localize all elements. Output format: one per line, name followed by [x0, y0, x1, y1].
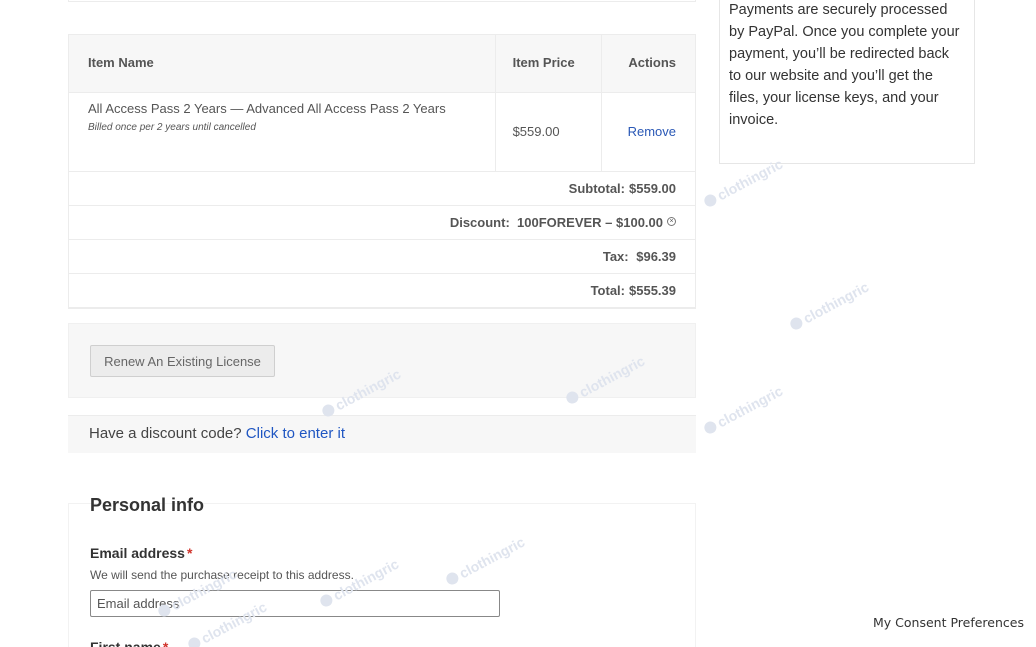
payment-info-box: Payments are securely processed by PayPa… [719, 0, 975, 164]
personal-info-title: Personal info [90, 495, 205, 515]
subtotal-value: $559.00 [629, 181, 676, 196]
first-name-label: First name * [90, 639, 168, 647]
item-title: All Access Pass 2 Years — Advanced All A… [88, 101, 446, 116]
tax-label: Tax: [602, 249, 629, 264]
header-actions: Actions [628, 55, 676, 70]
discount-label: Discount: [449, 215, 510, 230]
table-row: All Access Pass 2 Years — Advanced All A… [69, 93, 695, 172]
cart-table: Item Name Item Price Actions All Access … [68, 34, 696, 309]
item-price: $559.00 [496, 93, 603, 171]
discount-row: Discount: 100FOREVER – $100.00 × [69, 206, 695, 240]
personal-info-section: Personal info Email address * We will sen… [68, 495, 696, 647]
watermark: clothingric [787, 279, 871, 334]
cart-table-header: Item Name Item Price Actions [69, 35, 695, 93]
tax-value: $96.39 [636, 249, 676, 264]
renew-license-button[interactable]: Renew An Existing License [90, 345, 275, 377]
email-hint: We will send the purchase receipt to thi… [90, 568, 354, 582]
item-billing-note: Billed once per 2 years until cancelled [88, 122, 256, 133]
watermark-logo-icon [702, 419, 719, 436]
email-input[interactable] [90, 590, 500, 617]
renew-license-section: Renew An Existing License [68, 323, 696, 398]
consent-preferences-link[interactable]: My Consent Preferences [873, 615, 1024, 630]
total-value: $555.39 [629, 283, 676, 298]
discount-code-bar: Have a discount code? Click to enter it [68, 415, 696, 453]
discount-value: 100FOREVER – $100.00 [517, 215, 663, 230]
required-mark: * [162, 639, 169, 647]
item-name-cell: All Access Pass 2 Years — Advanced All A… [69, 93, 496, 171]
watermark-logo-icon [702, 192, 719, 209]
remove-discount-icon[interactable]: × [667, 217, 676, 226]
required-mark: * [186, 545, 193, 561]
remove-item-link[interactable]: Remove [602, 93, 695, 171]
tax-row: Tax: $96.39 [69, 240, 695, 274]
first-name-label-text: First name [90, 639, 161, 647]
header-item-name: Item Name [69, 35, 496, 92]
email-label-text: Email address [90, 545, 185, 561]
watermark: clothingric [701, 383, 785, 438]
discount-prompt: Have a discount code? [89, 425, 242, 442]
enter-discount-link[interactable]: Click to enter it [246, 425, 345, 442]
previous-section-box [68, 0, 696, 2]
total-row: Total: $555.39 [69, 274, 695, 308]
watermark-logo-icon [788, 315, 805, 332]
total-label: Total: [590, 283, 625, 298]
subtotal-label: Subtotal: [568, 181, 625, 196]
payment-info-text: Payments are securely processed by PayPa… [729, 2, 960, 128]
email-label: Email address * [90, 545, 192, 561]
header-item-price: Item Price [496, 35, 603, 92]
subtotal-row: Subtotal: $559.00 [69, 172, 695, 206]
